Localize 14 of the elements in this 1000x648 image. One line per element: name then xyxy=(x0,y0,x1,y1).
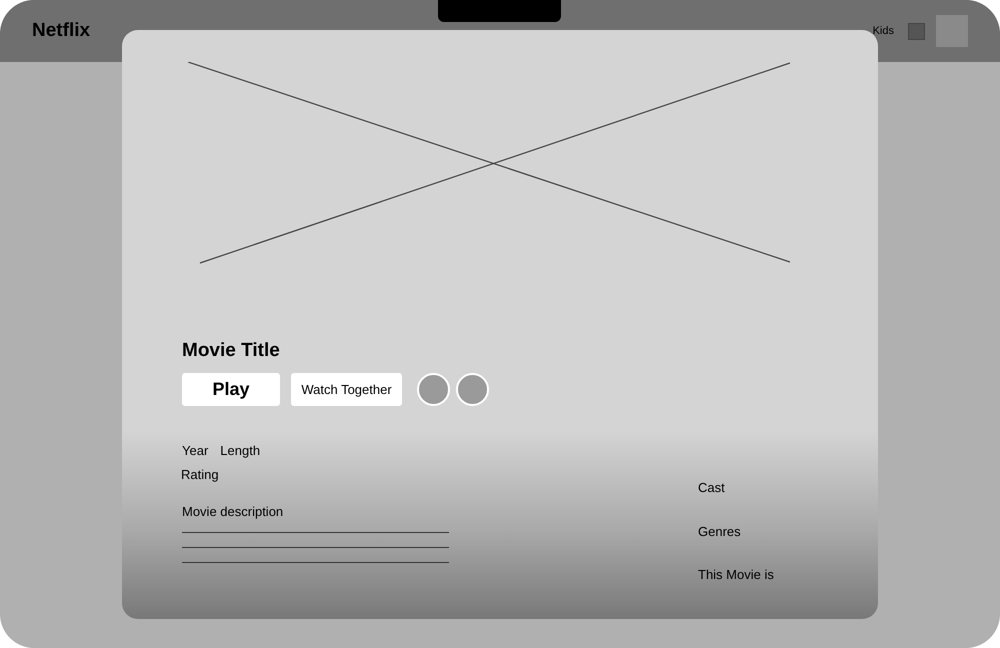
profile-icon[interactable] xyxy=(908,22,925,40)
genres-label: Genres xyxy=(698,522,742,540)
movie-traits-label: This Movie is xyxy=(698,566,774,584)
length-label: Length xyxy=(220,442,260,460)
round-button[interactable] xyxy=(417,373,450,406)
rating-label: Rating xyxy=(181,466,220,484)
play-button[interactable]: Play xyxy=(182,373,280,406)
round-button[interactable] xyxy=(456,373,489,406)
cast-label: Cast xyxy=(698,479,726,497)
description-label: Movie description xyxy=(182,503,284,521)
year-label: Year xyxy=(182,442,208,460)
watch-together-button[interactable]: Watch Together xyxy=(291,373,402,406)
logo[interactable]: Netflix xyxy=(32,16,90,46)
movie-title: Movie Title xyxy=(182,339,281,363)
